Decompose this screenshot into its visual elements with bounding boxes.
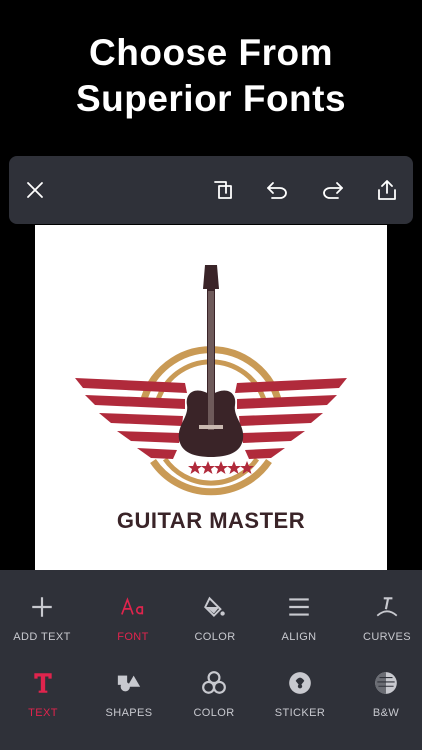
black-white-label: B&W bbox=[372, 707, 400, 719]
close-button[interactable] bbox=[21, 176, 49, 204]
editor-toolbar bbox=[9, 156, 413, 224]
text-label: TEXT bbox=[28, 707, 58, 719]
add-text-label: ADD TEXT bbox=[13, 631, 71, 643]
curves-tool[interactable]: CURVES bbox=[345, 592, 422, 648]
star-row bbox=[188, 461, 254, 474]
sticker-tool[interactable]: STICKER bbox=[258, 668, 342, 724]
layer-color-tool[interactable]: COLOR bbox=[172, 668, 256, 724]
font-tool[interactable]: FONT bbox=[91, 592, 175, 648]
shapes-label: SHAPES bbox=[105, 707, 153, 719]
duplicate-button[interactable] bbox=[209, 176, 237, 204]
redo-icon bbox=[323, 182, 343, 199]
layer-color-label: COLOR bbox=[193, 707, 235, 719]
align-icon bbox=[289, 598, 309, 616]
color-label: COLOR bbox=[194, 631, 236, 643]
bottom-tool-panel: ADD TEXT FONT COLOR ALIGN CURVES TEXT SH… bbox=[0, 570, 422, 750]
sticker-icon bbox=[289, 672, 311, 694]
share-button[interactable] bbox=[373, 176, 401, 204]
text-tools-row: ADD TEXT FONT COLOR ALIGN CURVES bbox=[0, 592, 422, 662]
curves-label: CURVES bbox=[362, 631, 412, 643]
color-wheel-icon bbox=[202, 671, 226, 694]
curve-text-icon bbox=[376, 597, 398, 617]
font-label: FONT bbox=[117, 631, 149, 643]
text-tool[interactable]: TEXT bbox=[1, 668, 85, 724]
color-tool[interactable]: COLOR bbox=[173, 592, 257, 648]
sticker-label: STICKER bbox=[274, 707, 326, 719]
headline-line-1: Choose From bbox=[89, 32, 333, 73]
share-icon bbox=[378, 180, 396, 200]
black-white-tool[interactable]: B&W bbox=[344, 668, 422, 724]
design-canvas[interactable]: GUITAR MASTER bbox=[35, 225, 387, 570]
font-icon bbox=[121, 597, 144, 615]
shapes-icon bbox=[117, 675, 141, 692]
logo-text[interactable]: GUITAR MASTER bbox=[35, 508, 387, 534]
shapes-tool[interactable]: SHAPES bbox=[87, 668, 171, 724]
headline-line-2: Superior Fonts bbox=[75, 78, 347, 119]
layer-tools-row: TEXT SHAPES COLOR STICKER B&W bbox=[0, 668, 422, 738]
undo-button[interactable] bbox=[263, 176, 291, 204]
paint-bucket-icon bbox=[204, 596, 225, 618]
align-label: ALIGN bbox=[281, 631, 317, 643]
headline: Choose From Superior Fonts bbox=[0, 30, 422, 122]
add-text-tool[interactable]: ADD TEXT bbox=[0, 592, 84, 648]
plus-icon bbox=[32, 597, 52, 617]
redo-button[interactable] bbox=[319, 176, 347, 204]
undo-icon bbox=[267, 182, 287, 199]
duplicate-icon bbox=[214, 181, 232, 199]
close-icon bbox=[27, 182, 43, 198]
black-white-icon bbox=[375, 672, 397, 694]
text-icon bbox=[34, 673, 52, 693]
align-tool[interactable]: ALIGN bbox=[257, 592, 341, 648]
